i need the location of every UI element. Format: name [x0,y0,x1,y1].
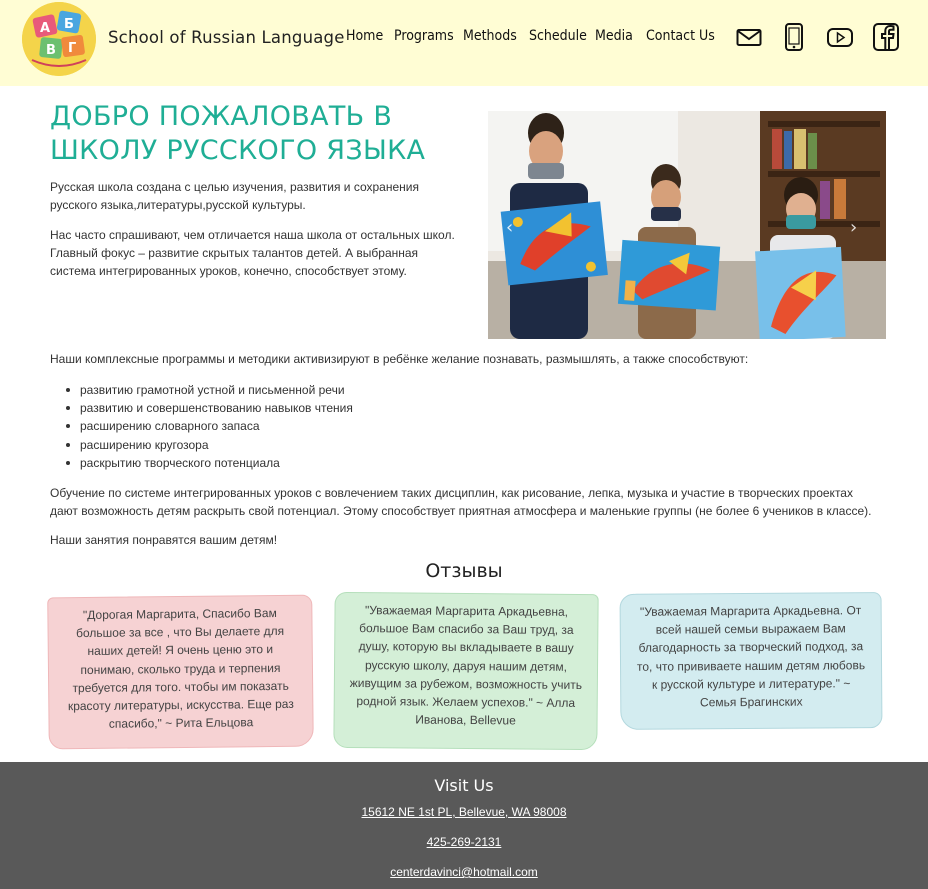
review-card: "Уважаемая Маргарита Аркадьевна, большое… [333,591,599,751]
review-text: "Уважаемая Маргарита Аркадьевна. От всей… [636,603,866,710]
email-link[interactable]: centerdavinci@hotmail.com [0,865,928,879]
nav-schedule[interactable]: Schedule [529,28,587,44]
phone-icon[interactable] [784,22,804,52]
mail-icon[interactable] [736,22,762,52]
review-text: "Уважаемая Маргарита Аркадьевна, большое… [349,603,583,728]
carousel-next-button[interactable]: › [850,217,857,238]
carousel-photo[interactable]: ‹ › [488,111,886,339]
facebook-icon[interactable] [872,22,900,52]
list-item: расширению словарного запаса [66,417,353,435]
site-footer: Visit Us 15612 NE 1st PL, Bellevue, WA 9… [0,762,928,889]
phone-link[interactable]: 425-269-2131 [0,835,928,849]
list-item: раскрытию творческого потенциала [66,454,353,472]
programs-lead: Наши комплексные программы и методики ак… [50,352,749,366]
logo-letter-g: Г [68,41,76,56]
benefits-list: развитию грамотной устной и письменной р… [66,381,353,472]
nav-contact-us[interactable]: Contact Us [646,28,715,44]
carousel-prev-button[interactable]: ‹ [506,217,513,238]
intro-paragraph-1: Русская школа создана с целью изучения, … [50,180,419,212]
site-header: А Б В Г School of Russian Language Home … [0,0,928,86]
review-card: "Уважаемая Маргарита Аркадьевна. От всей… [619,592,883,730]
children-paintings-photo [488,111,886,339]
logo-letter-a: А [40,21,50,36]
school-logo[interactable]: А Б В Г [22,2,96,76]
logo-letter-v: В [46,43,56,58]
closing-text: Наши занятия понравятся вашим детям! [50,533,278,547]
list-item: расширению кругозора [66,436,353,454]
list-item: развитию и совершенствованию навыков чте… [66,399,353,417]
nav-media[interactable]: Media [595,28,633,44]
brand-name[interactable]: School of Russian Language [108,28,345,47]
address-link[interactable]: 15612 NE 1st PL, Bellevue, WA 98008 [0,805,928,819]
review-card: "Дорогая Маргарита, Спасибо Вам большое … [47,594,314,750]
footer-title: Visit Us [434,776,494,795]
youtube-icon[interactable] [826,22,854,52]
nav-home[interactable]: Home [346,28,383,44]
intro-paragraph-2: Нас часто спрашивают, чем отличается наш… [50,228,455,278]
list-item: развитию грамотной устной и письменной р… [66,381,353,399]
logo-letter-b: Б [64,17,74,32]
integrated-lessons-paragraph: Обучение по системе интегрированных урок… [50,486,872,518]
page-title: ДОБРО ПОЖАЛОВАТЬ В ШКОЛУ РУССКОГО ЯЗЫКА [50,101,426,166]
nav-methods[interactable]: Methods [463,28,517,44]
review-text: "Дорогая Маргарита, Спасибо Вам большое … [67,605,294,731]
nav-programs[interactable]: Programs [394,28,454,44]
reviews-heading: Отзывы [425,560,503,582]
